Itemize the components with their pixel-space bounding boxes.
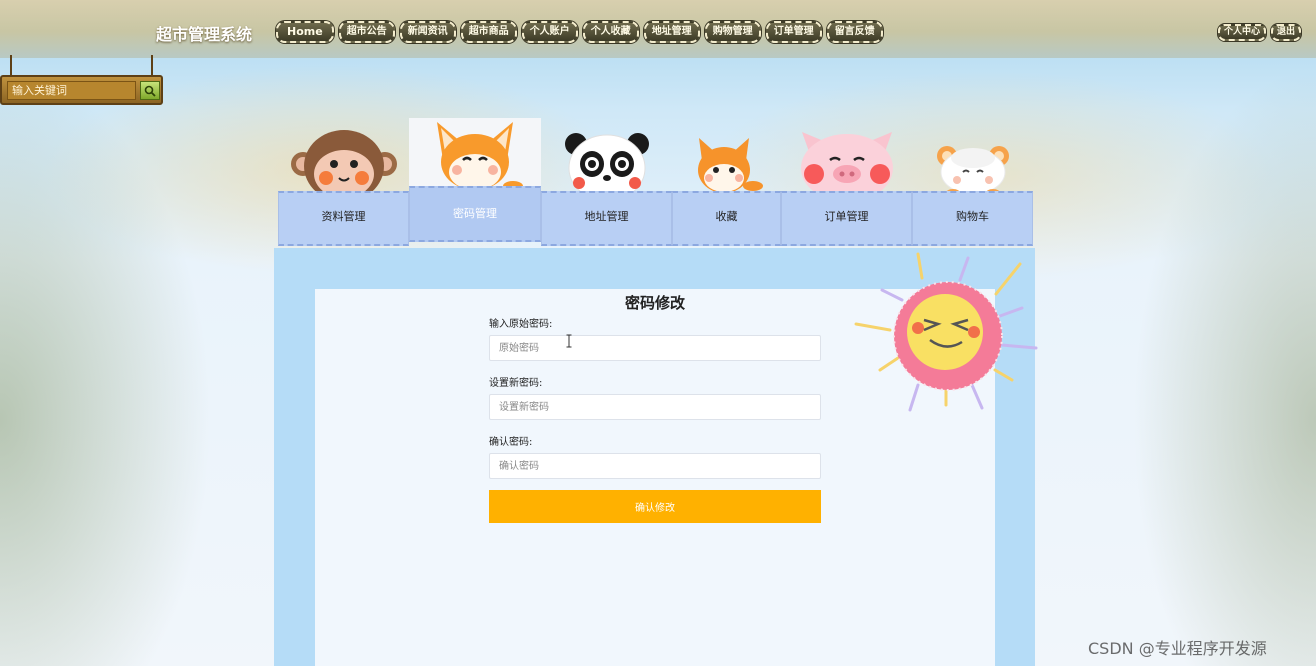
nav-announcements[interactable]: 超市公告 xyxy=(338,21,395,43)
tab-label: 订单管理 xyxy=(824,210,869,223)
search-input[interactable] xyxy=(7,81,136,100)
nav-feedback[interactable]: 留言反馈 xyxy=(826,21,883,43)
text-cursor-icon xyxy=(566,334,572,348)
nav-favorites[interactable]: 个人收藏 xyxy=(582,21,639,43)
fox-small-icon xyxy=(697,138,763,193)
watermark: CSDN @专业程序开发源 xyxy=(1088,639,1267,658)
tab-label: 购物车 xyxy=(956,210,989,223)
fox-icon xyxy=(437,122,523,191)
tab-label: 地址管理 xyxy=(584,210,629,223)
tab-cart[interactable]: 购物车 xyxy=(912,110,1033,246)
nav-home[interactable]: Home xyxy=(276,21,334,43)
nav-shopping[interactable]: 购物管理 xyxy=(704,21,761,43)
tab-favorites[interactable]: 收藏 xyxy=(672,110,781,246)
main-nav: Home 超市公告 新闻资讯 超市商品 个人账户 个人收藏 地址管理 购物管理 … xyxy=(276,21,883,43)
user-nav: 个人中心 退出 xyxy=(1218,24,1302,41)
old-password-label: 输入原始密码: xyxy=(489,319,553,330)
tab-label: 资料管理 xyxy=(321,210,366,223)
monkey-icon xyxy=(290,130,397,201)
nav-user-center[interactable]: 个人中心 xyxy=(1218,24,1267,41)
search-icon xyxy=(144,85,156,97)
nav-account[interactable]: 个人账户 xyxy=(521,21,578,43)
tab-profile[interactable]: 资料管理 xyxy=(278,110,409,246)
nav-news[interactable]: 新闻资讯 xyxy=(399,21,456,43)
profile-tabs: 资料管理 密码管理 地址管理 收藏 订单管理 购物车 xyxy=(278,110,1033,248)
tab-label: 密码管理 xyxy=(453,207,497,220)
new-password-input[interactable] xyxy=(489,394,821,420)
new-password-label: 设置新密码: xyxy=(489,378,543,389)
page-title: 密码修改 xyxy=(624,294,685,312)
tab-label: 收藏 xyxy=(715,210,738,223)
search-sign xyxy=(0,55,163,105)
tab-address[interactable]: 地址管理 xyxy=(541,110,672,246)
tab-orders[interactable]: 订单管理 xyxy=(781,110,912,246)
confirm-password-label: 确认密码: xyxy=(489,437,533,448)
search-button[interactable] xyxy=(140,81,160,100)
confirm-button[interactable]: 确认修改 xyxy=(489,490,821,523)
sheep-icon xyxy=(936,146,1009,197)
nav-logout[interactable]: 退出 xyxy=(1271,24,1302,41)
old-password-input[interactable] xyxy=(489,335,821,361)
nav-orders[interactable]: 订单管理 xyxy=(765,21,822,43)
confirm-password-input[interactable] xyxy=(489,453,821,479)
nav-address[interactable]: 地址管理 xyxy=(643,21,700,43)
site-logo: 超市管理系统 xyxy=(156,25,253,44)
tab-password[interactable]: 密码管理 xyxy=(409,110,541,246)
sun-decoration-icon xyxy=(854,252,1038,412)
nav-products[interactable]: 超市商品 xyxy=(460,21,517,43)
